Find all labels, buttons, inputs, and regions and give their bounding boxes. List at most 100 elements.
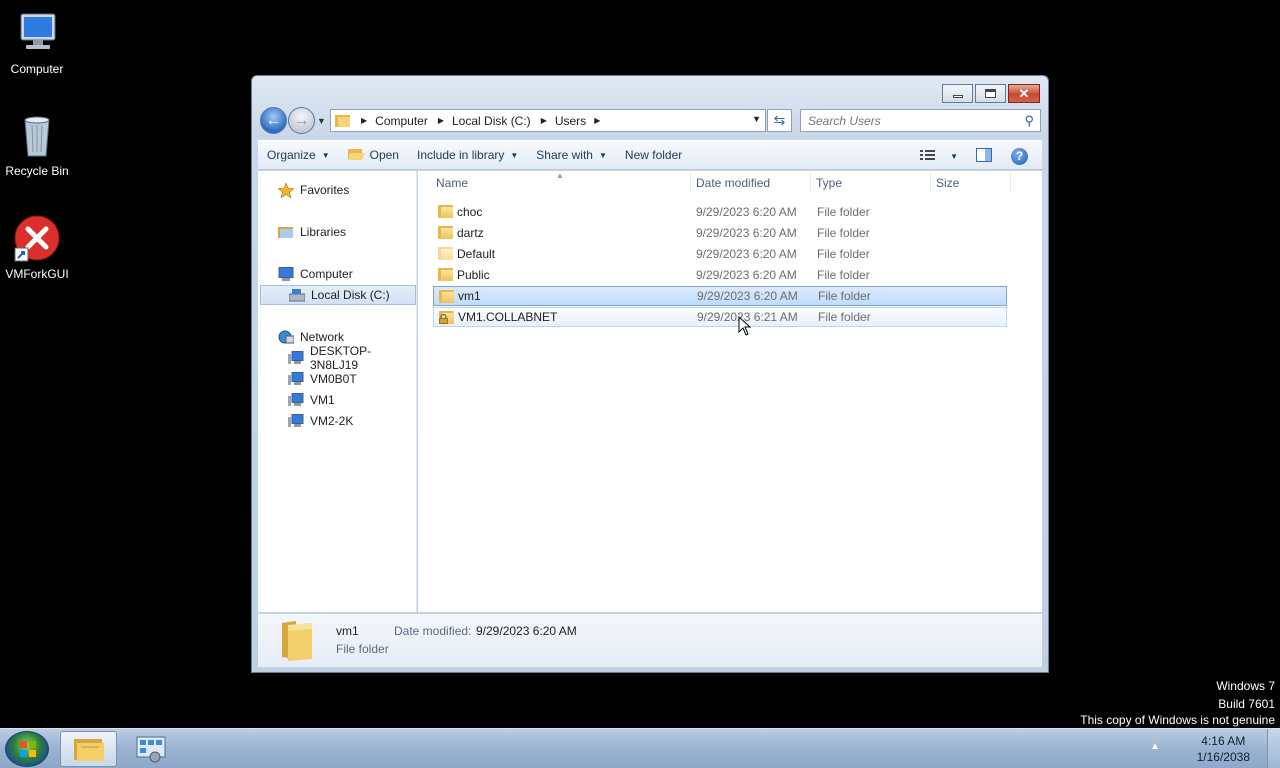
- desktop-icon-computer[interactable]: Computer: [0, 10, 74, 76]
- column-divider[interactable]: [810, 173, 811, 193]
- minimize-button[interactable]: [942, 84, 973, 103]
- back-button[interactable]: ←: [260, 107, 287, 134]
- start-button[interactable]: [5, 731, 49, 767]
- help-button[interactable]: ?: [1011, 147, 1028, 165]
- address-bar[interactable]: ▶ Computer ▶ Local Disk (C:) ▶ Users ▶ ▼: [330, 109, 766, 132]
- file-row[interactable]: Public 9/29/2023 6:20 AM File folder: [433, 265, 1007, 285]
- refresh-icon: ⇆: [773, 112, 786, 128]
- network-computer-icon: [288, 372, 304, 386]
- breadcrumb-arrow-icon[interactable]: ▶: [438, 116, 444, 125]
- breadcrumb-arrow-icon[interactable]: ▶: [541, 116, 547, 125]
- desktop-icon-label: VMForkGUI: [5, 267, 69, 281]
- details-type: File folder: [336, 642, 389, 656]
- breadcrumb-label: Users: [554, 113, 587, 128]
- file-name: vm1: [458, 289, 481, 303]
- nav-label: Computer: [300, 267, 353, 281]
- file-type: File folder: [818, 289, 871, 303]
- address-folder-icon: [335, 114, 351, 128]
- explorer-folder-icon: [73, 739, 104, 761]
- chevron-down-icon: ▼: [321, 150, 330, 160]
- genuine-notice-text: This copy of Windows is not genuine: [1080, 713, 1275, 727]
- file-type: File folder: [817, 205, 870, 219]
- open-button[interactable]: Open: [339, 143, 408, 167]
- file-row[interactable]: vm1 9/29/2023 6:20 AM File folder: [433, 286, 1007, 306]
- forward-button[interactable]: →: [288, 107, 315, 134]
- recent-pages-button[interactable]: ▼: [317, 116, 326, 126]
- column-header-size[interactable]: Size: [936, 171, 959, 195]
- file-name: Default: [457, 247, 496, 261]
- desktop-icon-recycle-bin[interactable]: Recycle Bin: [0, 112, 74, 178]
- close-button[interactable]: ✕: [1008, 84, 1040, 103]
- new-folder-label: New folder: [624, 148, 683, 162]
- nav-item-computer[interactable]: Computer: [278, 264, 353, 284]
- file-type: File folder: [817, 226, 870, 240]
- desktop-icon-vmforkgui[interactable]: VMForkGUI: [0, 215, 74, 281]
- new-folder-button[interactable]: New folder: [616, 143, 691, 167]
- forward-arrow-icon: →: [293, 111, 310, 129]
- include-in-library-button[interactable]: Include in library ▼: [408, 143, 527, 167]
- breadcrumb-arrow-icon[interactable]: ▶: [361, 116, 367, 125]
- show-desktop-button[interactable]: [1267, 729, 1280, 768]
- navigation-pane: Favorites Libraries Computer Local Disk …: [258, 171, 417, 612]
- search-input[interactable]: [808, 113, 1008, 128]
- nav-item-libraries[interactable]: Libraries: [278, 222, 346, 242]
- file-row[interactable]: choc 9/29/2023 6:20 AM File folder: [433, 202, 1007, 222]
- chevron-down-icon[interactable]: ▼: [950, 152, 958, 161]
- nav-item-network-computer[interactable]: VM2-2K: [288, 411, 353, 431]
- details-name: vm1: [336, 624, 359, 638]
- file-date: 9/29/2023 6:20 AM: [696, 247, 797, 261]
- column-header-type[interactable]: Type: [816, 171, 842, 195]
- preview-pane-button[interactable]: [967, 144, 1001, 168]
- breadcrumb-item[interactable]: ▶ Users ▶: [541, 114, 609, 128]
- clock[interactable]: 4:16 AM 1/16/2038: [1197, 733, 1250, 765]
- share-with-button[interactable]: Share with ▼: [527, 143, 616, 167]
- nav-item-network-computer[interactable]: VM1: [288, 390, 335, 410]
- file-date: 9/29/2023 6:20 AM: [696, 205, 797, 219]
- nav-label: VM0B0T: [310, 372, 357, 386]
- address-dropdown-icon[interactable]: ▼: [752, 114, 761, 124]
- error-shortcut-icon: [13, 215, 61, 263]
- organize-label: Organize: [267, 148, 316, 162]
- column-header-date-modified[interactable]: Date modified: [696, 171, 770, 195]
- organize-button[interactable]: Organize ▼: [258, 143, 339, 167]
- details-date-value: 9/29/2023 6:20 AM: [476, 624, 577, 638]
- file-row[interactable]: Default 9/29/2023 6:20 AM File folder: [433, 244, 1007, 264]
- show-hidden-icons-button[interactable]: ▲: [1150, 741, 1160, 752]
- nav-item-network-computer[interactable]: VM0B0T: [288, 369, 357, 389]
- chevron-down-icon: ▼: [598, 150, 607, 160]
- breadcrumb-label: Computer: [375, 113, 428, 128]
- file-row[interactable]: VM1.COLLABNET 9/29/2023 6:21 AM File fol…: [433, 307, 1007, 327]
- column-divider[interactable]: [690, 173, 691, 193]
- details-date-label: Date modified:: [394, 624, 472, 638]
- file-type: File folder: [818, 310, 871, 324]
- chevron-down-icon: ▼: [510, 150, 519, 160]
- search-box[interactable]: ⚲: [800, 109, 1041, 132]
- nav-label: DESKTOP-3N8LJ19: [310, 344, 372, 372]
- breadcrumb-item[interactable]: ▶ Computer: [361, 114, 428, 128]
- breadcrumb-item[interactable]: ▶ Local Disk (C:): [438, 114, 531, 128]
- nav-item-favorites[interactable]: Favorites: [277, 180, 349, 200]
- hard-drive-icon: [288, 288, 306, 302]
- file-type: File folder: [817, 268, 870, 282]
- file-row[interactable]: dartz 9/29/2023 6:20 AM File folder: [433, 223, 1007, 243]
- maximize-icon: [985, 89, 996, 98]
- taskbar-app-button[interactable]: [122, 731, 179, 767]
- column-header-name[interactable]: Name: [436, 171, 468, 195]
- nav-item-network-computer[interactable]: DESKTOP-3N8LJ19: [288, 344, 416, 372]
- maximize-button[interactable]: [975, 84, 1006, 103]
- column-divider[interactable]: [930, 173, 931, 193]
- refresh-button[interactable]: ⇆: [767, 109, 792, 132]
- view-list-icon: [920, 149, 936, 164]
- nav-item-local-disk[interactable]: Local Disk (C:): [260, 285, 416, 305]
- column-divider[interactable]: [1010, 173, 1011, 193]
- change-view-button[interactable]: ▼: [911, 144, 967, 168]
- folder-icon: [438, 247, 453, 260]
- taskbar: ▲ 4:16 AM 1/16/2038: [0, 728, 1280, 768]
- star-icon: [277, 182, 295, 199]
- column-label: Size: [936, 176, 960, 190]
- taskbar-explorer-button[interactable]: [60, 731, 117, 767]
- computer-icon: [278, 267, 294, 281]
- minimize-icon: [952, 95, 963, 98]
- search-icon[interactable]: ⚲: [1024, 113, 1034, 129]
- breadcrumb-arrow-icon[interactable]: ▶: [594, 116, 600, 125]
